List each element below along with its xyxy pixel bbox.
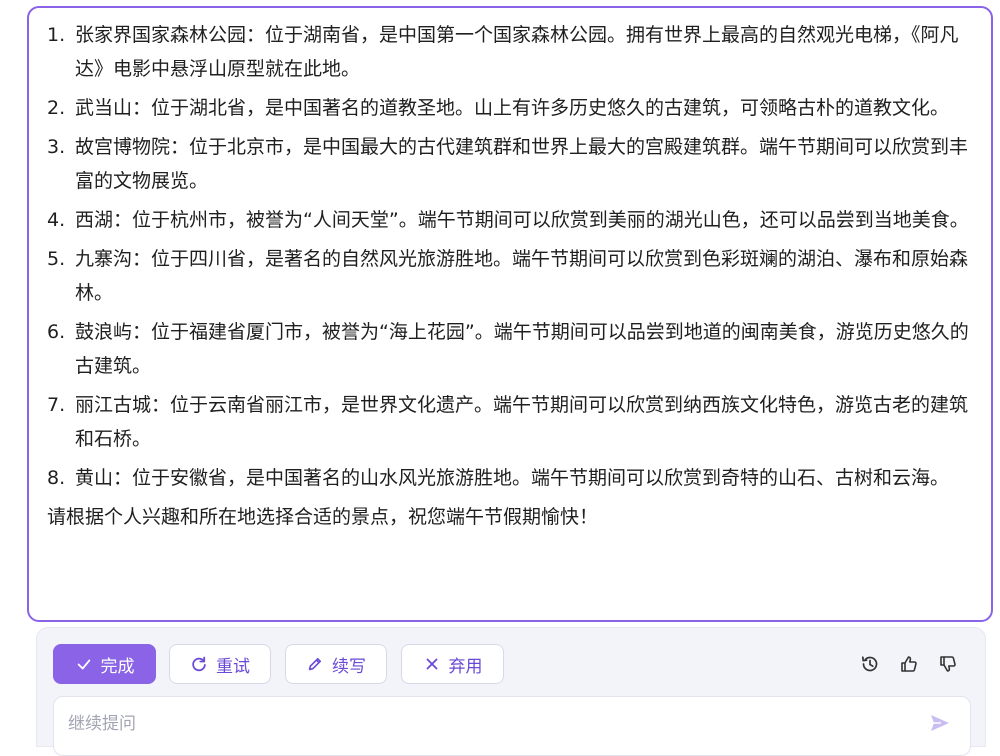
pencil-icon [308,657,322,671]
list-item-number: 7. [47,394,66,416]
list-item-text: 九寨沟：位于四川省，是著名的自然风光旅游胜地。端午节期间可以欣赏到色彩斑斓的湖泊… [75,248,969,304]
list-item-number: 3. [47,136,66,158]
send-icon [931,715,949,731]
thumbs-down-icon [940,656,956,672]
done-button[interactable]: 完成 [53,644,156,684]
list-item-text: 西湖：位于杭州市，被誉为“人间天堂”。端午节期间可以欣赏到美丽的湖光山色，还可以… [75,209,969,231]
retry-button[interactable]: 重试 [169,644,271,684]
send-button[interactable] [928,711,952,735]
continue-writing-button[interactable]: 续写 [285,644,387,684]
history-icon [861,656,878,672]
list-item-text: 武当山：位于湖北省，是中国著名的道教圣地。山上有许多历史悠久的古建筑，可领略古朴… [75,97,950,119]
thumbs-up-icon [901,656,917,672]
list-item: 6. 鼓浪屿：位于福建省厦门市，被誉为“海上花园”。端午节期间可以品尝到地道的闽… [47,315,971,383]
continue-writing-button-label: 续写 [332,656,366,677]
list-item-text: 黄山：位于安徽省，是中国著名的山水风光旅游胜地。端午节期间可以欣赏到奇特的山石、… [75,467,950,489]
close-icon [426,658,437,670]
list-item-number: 8. [47,467,66,489]
attraction-list: 1. 张家界国家森林公园：位于湖南省，是中国第一个国家森林公园。拥有世界上最高的… [47,18,971,495]
list-item: 5. 九寨沟：位于四川省，是著名的自然风光旅游胜地。端午节期间可以欣赏到色彩斑斓… [47,242,971,310]
list-item-number: 4. [47,209,66,231]
like-button[interactable] [898,653,920,675]
list-item-text: 鼓浪屿：位于福建省厦门市，被誉为“海上花园”。端午节期间可以品尝到地道的闽南美食… [75,321,969,377]
list-item-text: 张家界国家森林公园：位于湖南省，是中国第一个国家森林公园。拥有世界上最高的自然观… [75,24,959,80]
answer-card: 1. 张家界国家森林公园：位于湖南省，是中国第一个国家森林公园。拥有世界上最高的… [27,6,993,622]
prompt-box [53,696,971,756]
check-icon [77,659,90,670]
list-item-number: 2. [47,97,66,119]
list-item: 7. 丽江古城：位于云南省丽江市，是世界文化遗产。端午节期间可以欣赏到纳西族文化… [47,388,971,456]
follow-up-input[interactable] [68,711,888,737]
list-item-text: 故宫博物院：位于北京市，是中国最大的古代建筑群和世界上最大的宫殿建筑群。端午节期… [75,136,969,192]
discard-button[interactable]: 弃用 [401,644,504,684]
retry-button-label: 重试 [216,656,250,677]
list-item: 2. 武当山：位于湖北省，是中国著名的道教圣地。山上有许多历史悠久的古建筑，可领… [47,91,971,125]
list-item-text: 丽江古城：位于云南省丽江市，是世界文化遗产。端午节期间可以欣赏到纳西族文化特色，… [75,394,969,450]
closing-line: 请根据个人兴趣和所在地选择合适的景点，祝您端午节假期愉快！ [47,506,599,528]
dislike-button[interactable] [937,653,959,675]
list-item: 4. 西湖：位于杭州市，被誉为“人间天堂”。端午节期间可以欣赏到美丽的湖光山色，… [47,203,971,237]
done-button-label: 完成 [100,656,135,677]
history-button[interactable] [859,653,881,675]
action-panel: 完成 重试 续写 弃用 [36,627,986,756]
refresh-icon [192,656,206,672]
list-item-number: 5. [47,248,66,270]
list-item-number: 6. [47,321,66,343]
list-item: 8. 黄山：位于安徽省，是中国著名的山水风光旅游胜地。端午节期间可以欣赏到奇特的… [47,461,971,495]
list-item: 1. 张家界国家森林公园：位于湖南省，是中国第一个国家森林公园。拥有世界上最高的… [47,18,971,86]
list-item: 3. 故宫博物院：位于北京市，是中国最大的古代建筑群和世界上最大的宫殿建筑群。端… [47,130,971,198]
discard-button-label: 弃用 [448,656,483,677]
list-item-number: 1. [47,24,66,46]
